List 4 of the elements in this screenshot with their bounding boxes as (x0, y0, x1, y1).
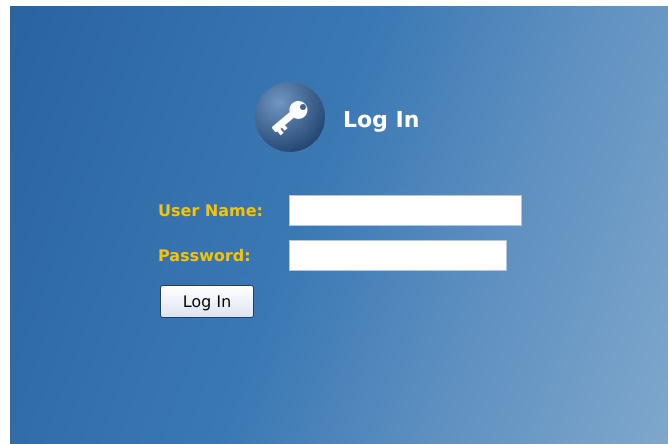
field-label: User Name: (158, 201, 264, 220)
login-button[interactable]: Log In (160, 285, 254, 318)
login-title: Log In (343, 108, 420, 132)
field-label: Password: (158, 246, 252, 265)
